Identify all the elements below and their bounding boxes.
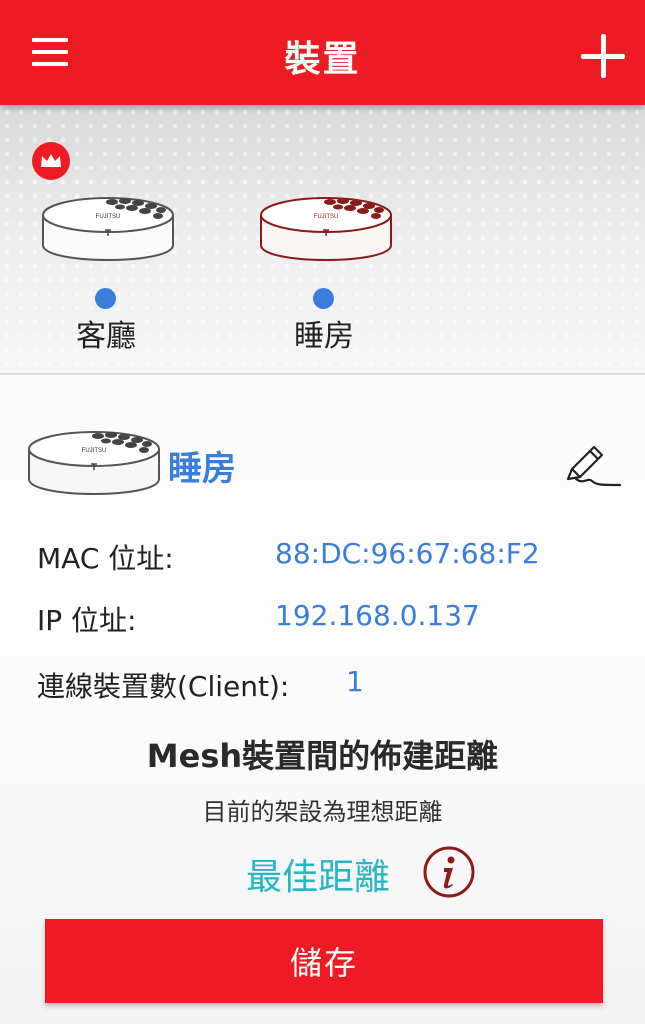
svg-text:FUJITSU: FUJITSU <box>82 448 107 454</box>
device-list: FUJITSU 客廳 FUJITSU 睡房 <box>0 105 645 375</box>
app-bar: 裝置 <box>0 0 645 105</box>
mesh-distance-title: Mesh裝置間的佈建距離 <box>146 737 499 775</box>
mac-value: 88:DC:96:67:68:F2 <box>275 537 540 570</box>
page-title: 裝置 <box>284 39 361 80</box>
device-item-living-room[interactable]: FUJITSU 客廳 <box>40 183 188 363</box>
router-icon: FUJITSU <box>260 197 392 261</box>
device-detail-name: 睡房 <box>168 449 236 489</box>
pencil-edit-icon[interactable] <box>562 441 624 491</box>
clients-value: 1 <box>346 665 364 698</box>
device-name: 睡房 <box>294 319 354 354</box>
ip-value: 192.168.0.137 <box>275 599 480 632</box>
device-name: 客廳 <box>76 319 136 354</box>
mac-label: MAC 位址: <box>37 542 174 575</box>
add-device-button[interactable] <box>581 34 625 78</box>
status-dot <box>313 288 334 309</box>
crown-icon <box>32 142 70 180</box>
device-detail-panel: FUJITSU 睡房 MAC 位址: 88:DC:96:67:68:F2 IP … <box>0 375 645 1024</box>
router-icon: FUJITSU <box>42 197 174 261</box>
svg-text:FUJITSU: FUJITSU <box>314 214 339 220</box>
mesh-distance-subtitle: 目前的架設為理想距離 <box>202 798 443 826</box>
device-item-bedroom[interactable]: FUJITSU 睡房 <box>258 183 406 363</box>
info-icon[interactable] <box>422 845 476 899</box>
status-dot <box>95 288 116 309</box>
save-button[interactable]: 儲存 <box>45 919 603 1003</box>
router-icon: FUJITSU <box>28 431 160 495</box>
svg-text:FUJITSU: FUJITSU <box>96 214 121 220</box>
mesh-distance-status: 最佳距離 <box>246 857 391 898</box>
ip-label: IP 位址: <box>37 604 137 637</box>
clients-label: 連線裝置數(Client): <box>37 670 290 703</box>
